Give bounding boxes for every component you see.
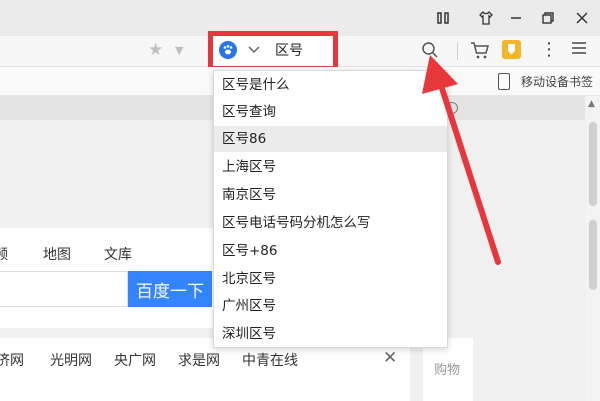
- suggestions-dropdown: 区号是什么 区号查询 区号86 上海区号 南京区号 区号电话号码分机怎么写 区号…: [213, 70, 448, 348]
- search-query-text[interactable]: 区号: [275, 40, 303, 60]
- cart-icon[interactable]: [469, 39, 491, 61]
- mobile-bookmarks-link[interactable]: 移动设备书签: [521, 73, 593, 90]
- shield-extension-icon[interactable]: [502, 40, 521, 59]
- bookmark-star-icon[interactable]: ★: [148, 40, 163, 60]
- suggestion-item[interactable]: 深圳区号: [214, 321, 447, 347]
- suggestion-item[interactable]: 北京区号: [214, 266, 447, 292]
- restore-icon[interactable]: [538, 8, 558, 28]
- baidu-paw-icon[interactable]: [219, 41, 237, 59]
- page-search-input[interactable]: [0, 271, 128, 307]
- nav-link-map[interactable]: 地图: [43, 244, 71, 264]
- close-icon[interactable]: ✕: [383, 348, 397, 368]
- close-window-icon[interactable]: [572, 8, 592, 28]
- search-icon[interactable]: [420, 40, 440, 60]
- bookmark-caret-icon[interactable]: ▼: [175, 44, 183, 57]
- more-options-icon[interactable]: ⋮: [540, 39, 558, 60]
- nav-link-partial[interactable]: 频: [0, 244, 8, 264]
- nav-link-wenku[interactable]: 文库: [104, 244, 132, 264]
- suggestion-item[interactable]: 广州区号: [214, 293, 447, 319]
- baidu-search-button[interactable]: 百度一下: [128, 271, 212, 307]
- news-link-jingji[interactable]: 济网: [0, 350, 24, 370]
- toolbar-divider: [457, 42, 458, 60]
- suggestion-item[interactable]: 区号电话号码分机怎么写: [214, 210, 447, 236]
- mobile-device-icon: [498, 73, 510, 90]
- news-link-zhongqing[interactable]: 中青在线: [242, 350, 298, 370]
- news-link-qiushi[interactable]: 求是网: [178, 350, 220, 370]
- scrollbar-track-segment: [589, 220, 597, 290]
- minimize-icon[interactable]: [506, 8, 526, 28]
- shopping-label[interactable]: 购物: [434, 359, 460, 378]
- scroll-up-arrow-icon[interactable]: ▲: [588, 99, 595, 109]
- suggestion-item[interactable]: 区号+86: [214, 238, 447, 264]
- menu-icon[interactable]: [570, 39, 588, 57]
- suggestion-item[interactable]: 区号查询: [214, 99, 447, 125]
- suggestion-item[interactable]: 上海区号: [214, 154, 447, 180]
- suggestion-item[interactable]: 区号是什么: [214, 72, 447, 98]
- scrollbar-thumb[interactable]: [589, 122, 597, 206]
- shirt-skin-icon[interactable]: [476, 8, 496, 28]
- news-link-guangming[interactable]: 光明网: [50, 350, 92, 370]
- address-bar[interactable]: [0, 37, 200, 65]
- suggestion-item[interactable]: 南京区号: [214, 182, 447, 208]
- suggestion-item-active[interactable]: 区号86: [214, 126, 447, 152]
- reader-mode-icon[interactable]: [433, 8, 453, 28]
- chevron-down-icon[interactable]: [246, 41, 262, 57]
- news-link-yangguang[interactable]: 央广网: [114, 350, 156, 370]
